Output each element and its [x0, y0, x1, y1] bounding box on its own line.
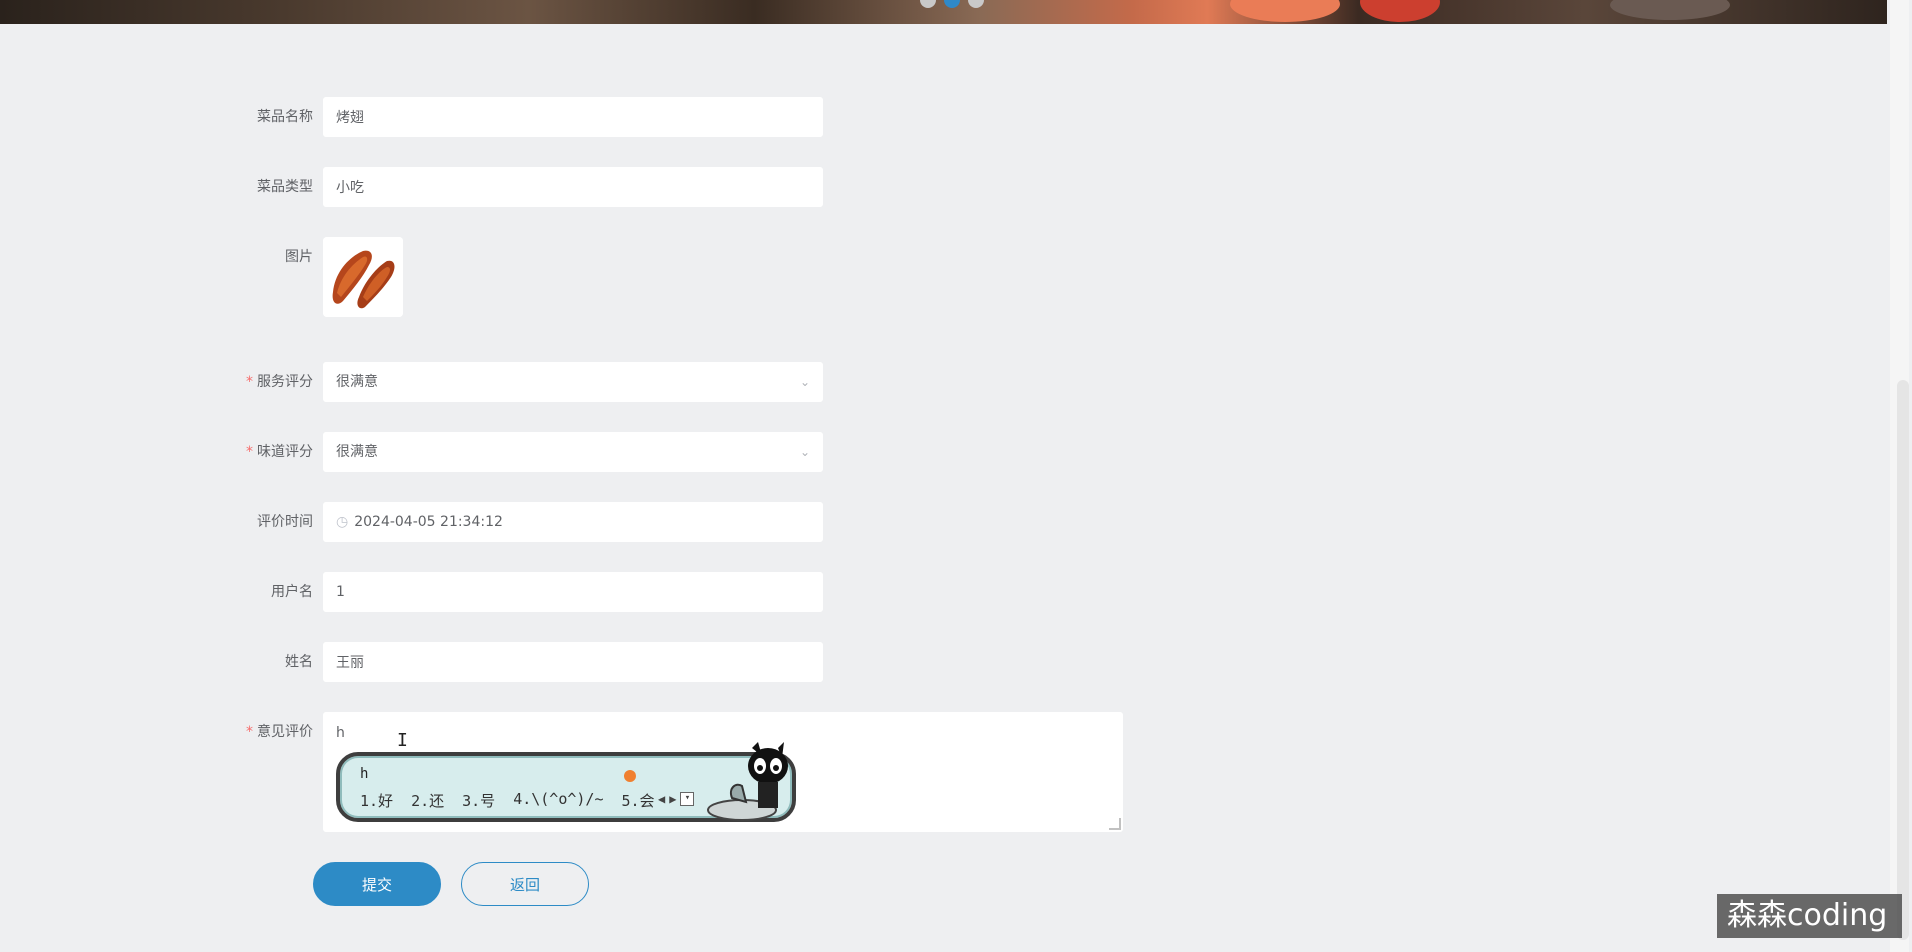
review-time-label: 评价时间 [257, 514, 313, 530]
form-row-review-time: 评价时间 ◷ 2024-04-05 21:34:12 [0, 502, 1200, 542]
ime-candidate[interactable]: 1.好 [360, 790, 393, 811]
dish-type-input[interactable] [323, 167, 823, 207]
ime-candidate-window[interactable]: h 1.好 2.还 3.号 4.\(^o^)/~ 5.会 ◀ ▶ ▾ [336, 742, 796, 822]
comment-label: * 意见评价 [246, 724, 313, 740]
review-time-picker[interactable]: ◷ 2024-04-05 21:34:12 [323, 502, 823, 542]
review-time-value: 2024-04-05 21:34:12 [354, 514, 503, 530]
watermark: 森森coding [1717, 894, 1902, 938]
username-input[interactable] [323, 572, 823, 612]
required-asterisk: * [246, 374, 253, 390]
banner-image-detail [1610, 0, 1730, 20]
carousel-dot[interactable] [920, 0, 936, 8]
form-row-image: 图片 [0, 237, 1200, 317]
taste-rating-select[interactable]: 很满意 ⌄ [323, 432, 823, 472]
taste-rating-label: * 味道评分 [246, 444, 313, 460]
form-row-service-rating: * 服务评分 很满意 ⌄ [0, 362, 1200, 402]
name-label: 姓名 [285, 654, 313, 670]
chevron-down-icon: ⌄ [799, 375, 810, 389]
form-row-taste-rating: * 味道评分 很满意 ⌄ [0, 432, 1200, 472]
ime-candidate[interactable]: 3.号 [462, 790, 495, 811]
banner-image-detail [1230, 0, 1340, 22]
carousel-indicators [920, 0, 984, 8]
comment-text: h [336, 725, 345, 741]
back-button[interactable]: 返回 [461, 862, 589, 906]
chevron-down-icon: ⌄ [799, 445, 810, 459]
ime-logo-icon [624, 770, 636, 782]
dish-image[interactable] [323, 237, 403, 317]
image-label: 图片 [285, 249, 313, 265]
service-rating-value: 很满意 [336, 374, 378, 390]
form-actions: 提交 返回 [0, 862, 1200, 906]
chicken-wing-image [323, 237, 403, 317]
form-row-name: 姓名 [0, 642, 1200, 682]
ime-candidates: 1.好 2.还 3.号 4.\(^o^)/~ 5.会 [360, 790, 655, 811]
submit-button[interactable]: 提交 [313, 862, 441, 906]
service-rating-label: * 服务评分 [246, 374, 313, 390]
form-row-dish-type: 菜品类型 [0, 167, 1200, 207]
ime-candidate[interactable]: 2.还 [411, 790, 444, 811]
dish-type-label: 菜品类型 [257, 179, 313, 195]
dish-name-label: 菜品名称 [257, 109, 313, 125]
next-page-icon[interactable]: ▶ [669, 792, 676, 806]
clock-icon: ◷ [336, 514, 349, 530]
ime-mascot-cat-icon [707, 742, 788, 821]
resize-handle[interactable] [1109, 818, 1121, 830]
name-input[interactable] [323, 642, 823, 682]
scrollbar-thumb[interactable] [1897, 380, 1909, 940]
ime-candidate[interactable]: 5.会 [622, 790, 655, 811]
banner-image-detail [1360, 0, 1440, 22]
carousel-dot-active[interactable] [944, 0, 960, 8]
ime-page-nav: ◀ ▶ ▾ [658, 792, 695, 806]
required-asterisk: * [246, 724, 253, 740]
ime-composition: h [360, 766, 369, 782]
taste-rating-value: 很满意 [336, 444, 378, 460]
prev-page-icon[interactable]: ◀ [658, 792, 665, 806]
dish-name-input[interactable] [323, 97, 823, 137]
carousel-banner [0, 0, 1887, 24]
text-cursor-icon: I [397, 730, 408, 751]
expand-icon[interactable]: ▾ [680, 792, 695, 806]
required-asterisk: * [246, 444, 253, 460]
ime-candidate[interactable]: 4.\(^o^)/~ [513, 790, 603, 811]
page-scrollbar[interactable] [1887, 0, 1912, 952]
service-rating-select[interactable]: 很满意 ⌄ [323, 362, 823, 402]
form-row-dish-name: 菜品名称 [0, 97, 1200, 137]
form-row-username: 用户名 [0, 572, 1200, 612]
username-label: 用户名 [271, 584, 313, 600]
carousel-dot[interactable] [968, 0, 984, 8]
